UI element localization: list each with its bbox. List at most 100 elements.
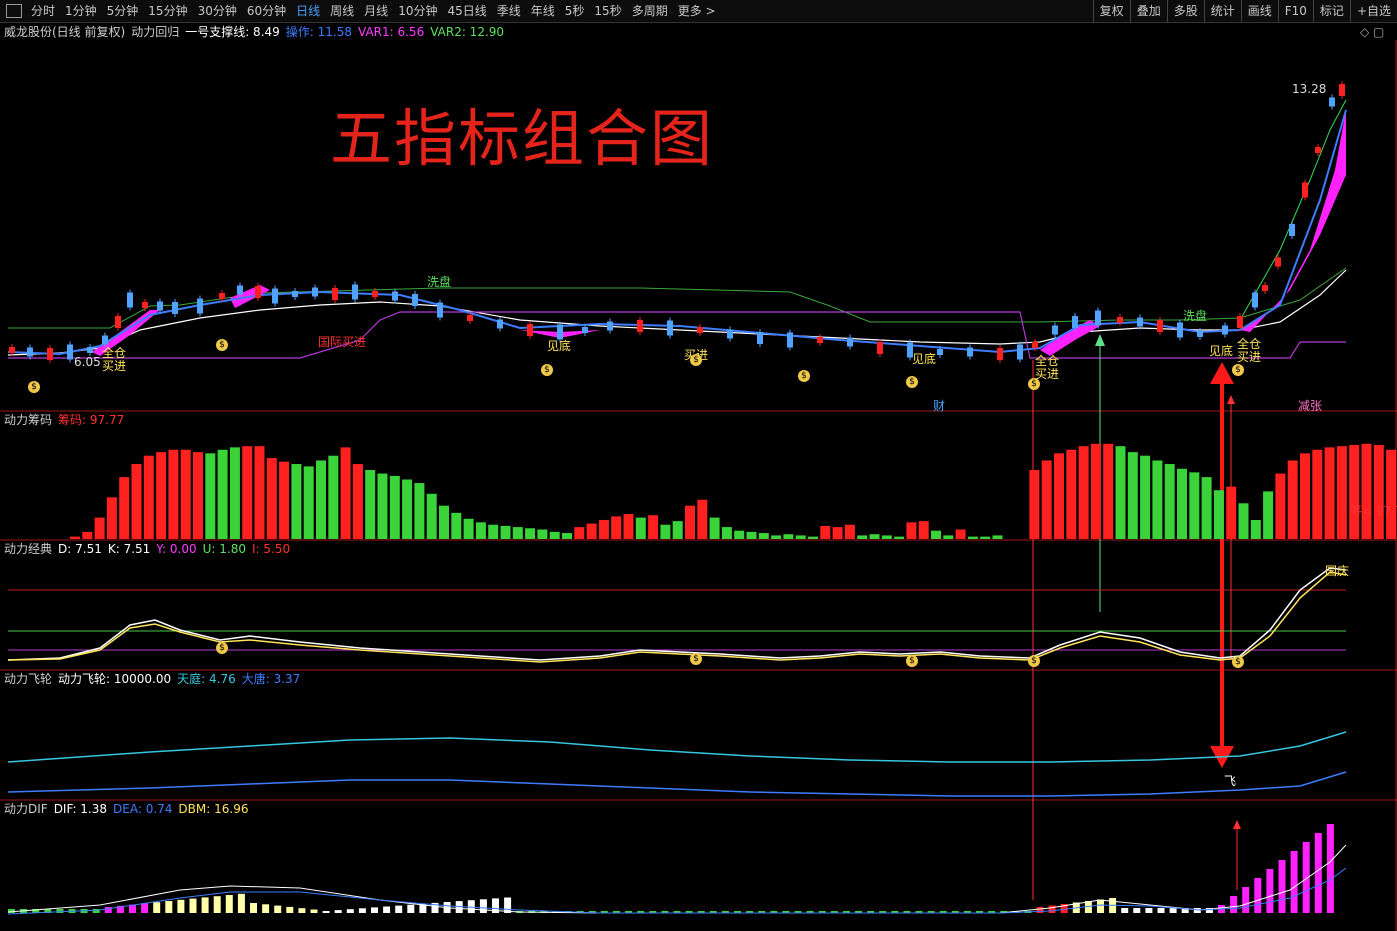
dif-bar — [1145, 908, 1153, 913]
dif-bar — [1193, 908, 1201, 913]
flywheel-panel-name[interactable]: 动力飞轮 — [4, 672, 52, 686]
dif-bar — [1036, 907, 1044, 913]
chip-bar — [611, 516, 622, 539]
dif-bar — [250, 903, 257, 913]
candlestick — [727, 329, 733, 339]
dif-bar — [262, 904, 270, 913]
signal-bottom: 见底 — [547, 339, 572, 353]
chip-bar — [1312, 449, 1323, 539]
chip-bar — [193, 452, 203, 539]
chip-bar — [131, 464, 142, 539]
money-bag-icon: $ — [541, 364, 553, 376]
classic-panel-name[interactable]: 动力经典 — [4, 542, 52, 556]
dea-line — [7, 867, 1347, 915]
candlestick — [937, 349, 943, 355]
chip-bar — [771, 535, 782, 539]
money-bag-icon: $ — [906, 655, 918, 667]
chip-bar — [635, 517, 646, 539]
chip-bar — [1078, 446, 1089, 539]
candlestick — [412, 294, 418, 306]
dif-bar — [1121, 908, 1129, 913]
chip-bar — [303, 466, 314, 539]
chip-bar — [943, 535, 954, 539]
chip-bar — [672, 521, 683, 539]
dif-bar — [1169, 908, 1177, 913]
signal-full-position-2: 全仓 买进 — [1035, 354, 1060, 381]
candlestick — [1177, 322, 1183, 338]
chip-bar — [180, 449, 191, 539]
candlestick — [9, 347, 15, 353]
dif-bar — [201, 897, 209, 913]
classic-tag: 国庆 — [1325, 564, 1350, 578]
chip-bar — [205, 453, 216, 539]
chip-bar — [808, 536, 818, 539]
chip-bar — [328, 455, 339, 539]
dif-bar — [225, 895, 233, 913]
chip-panel-header: 动力筹码 筹码: 97.77 — [4, 413, 130, 427]
candlestick — [1237, 316, 1243, 328]
dif-bar — [383, 906, 391, 913]
chip-bar — [1152, 460, 1163, 539]
dif-bar — [407, 904, 415, 913]
flywheel-panel-lines — [7, 731, 1347, 797]
chip-bar — [1373, 444, 1384, 539]
chip-bar — [1324, 447, 1335, 539]
chip-bar — [229, 447, 240, 539]
signal-intl-buy: 国际买进 — [318, 335, 367, 349]
candlestick — [787, 332, 793, 348]
chip-bar — [586, 523, 597, 539]
chip-bar — [254, 446, 265, 539]
candlestick — [1289, 224, 1295, 236]
chip-panel-name[interactable]: 动力筹码 — [4, 413, 52, 427]
chip-bar — [844, 524, 855, 539]
chip-edge-value: 筹= 97.7 — [1350, 504, 1397, 518]
chip-bar — [1115, 446, 1126, 539]
money-bag-icon: $ — [690, 354, 702, 366]
candlestick — [197, 298, 203, 314]
candlestick — [47, 348, 53, 360]
chip-bar — [1386, 449, 1397, 539]
candlestick — [332, 288, 338, 300]
chip-bar — [1300, 453, 1310, 539]
chip-bar — [783, 534, 794, 539]
dif-bar — [237, 893, 245, 913]
candlestick — [467, 315, 473, 321]
candlestick — [1302, 182, 1308, 198]
chip-bar — [340, 447, 351, 539]
chip-bar — [377, 473, 388, 539]
money-bag-icon: $ — [216, 339, 228, 351]
candlestick — [219, 293, 225, 299]
candlestick — [1339, 84, 1345, 96]
chip-bar — [746, 531, 757, 539]
candlestick — [697, 327, 703, 333]
chip-bar — [734, 530, 745, 539]
chip-bar — [512, 527, 523, 539]
candlestick — [102, 335, 108, 345]
candlestick — [352, 284, 358, 300]
classic-u: U: 1.80 — [202, 542, 246, 556]
classic-l: I: 5.50 — [251, 542, 291, 556]
chip-bar — [623, 514, 634, 539]
high-price-label: 13.28 — [1292, 82, 1327, 96]
chip-bar — [525, 528, 536, 539]
chip-bar — [1201, 477, 1212, 539]
candlestick — [582, 327, 588, 333]
candlestick — [157, 301, 163, 311]
candlestick — [997, 348, 1003, 360]
chip-bar — [266, 458, 277, 539]
chip-bar — [1066, 449, 1077, 539]
chip-bar — [156, 452, 167, 539]
chip-bar — [685, 505, 695, 539]
candlestick — [142, 302, 148, 308]
candlestick — [1032, 342, 1038, 348]
dif-bar — [1314, 833, 1322, 913]
money-bag-icon: $ — [216, 642, 228, 654]
dif-bar — [1157, 908, 1165, 913]
flywheel-panel-header: 动力飞轮 动力飞轮: 10000.00 天庭: 4.76 大唐: 3.37 — [4, 672, 306, 686]
flywheel-value: 动力飞轮: 10000.00 — [58, 672, 172, 686]
dif-bar — [1254, 878, 1262, 913]
chip-bar — [414, 483, 425, 539]
dif-panel-name[interactable]: 动力DIF — [4, 802, 48, 816]
chip-bar — [598, 519, 609, 539]
signal-full-position: 全仓 买进 — [102, 346, 127, 373]
